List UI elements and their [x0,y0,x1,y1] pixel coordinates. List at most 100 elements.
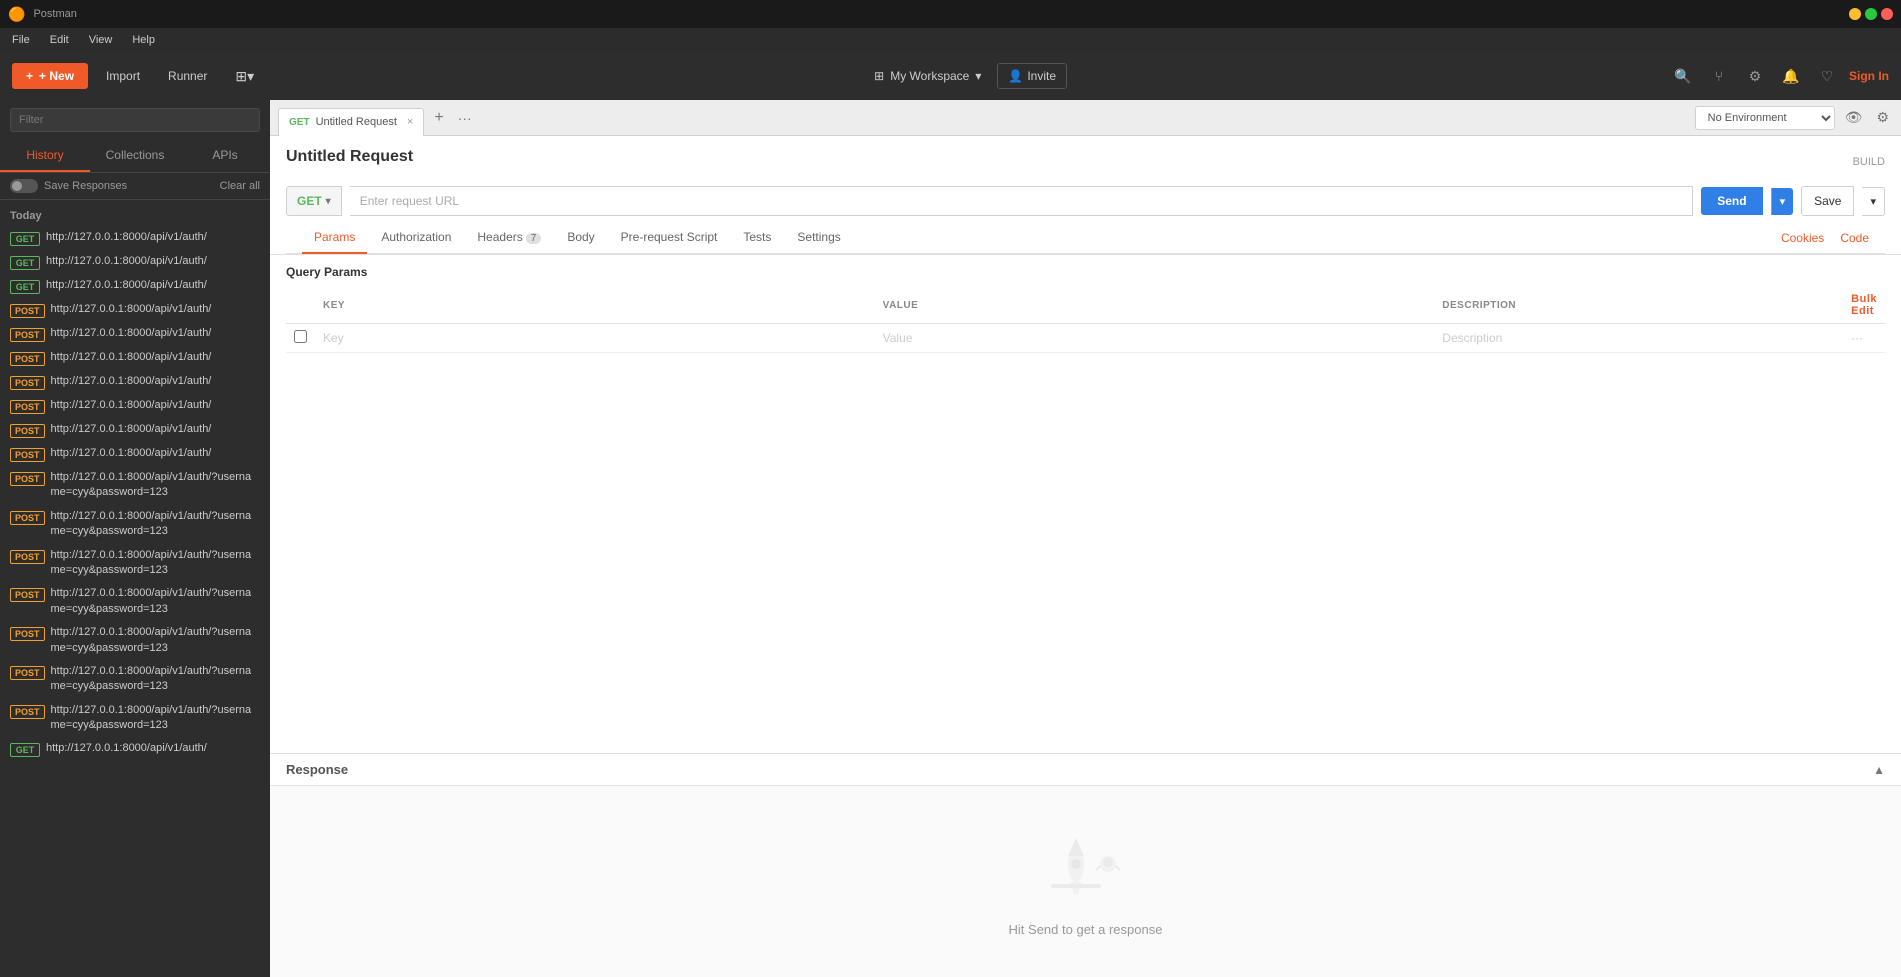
key-input[interactable] [323,331,867,345]
workspace-selector[interactable]: ⊞ My Workspace ▾ [866,65,989,87]
maximize-button[interactable] [1865,8,1877,20]
method-badge: POST [10,400,45,414]
history-url: http://127.0.0.1:8000/api/v1/auth/?usern… [51,625,260,656]
response-title: Response [286,762,348,777]
sidebar-filter-input[interactable] [10,108,260,132]
new-button[interactable]: + + New [12,63,88,89]
history-url: http://127.0.0.1:8000/api/v1/auth/ [51,422,212,437]
url-input[interactable] [350,186,1694,216]
method-badge: GET [10,280,40,294]
more-tabs-button[interactable]: ··· [454,110,476,126]
clear-all-button[interactable]: Clear all [220,180,260,192]
method-badge: POST [10,448,45,462]
list-item[interactable]: POST http://127.0.0.1:8000/api/v1/auth/?… [0,544,270,583]
response-chevron-icon[interactable]: ▲ [1873,763,1885,777]
method-badge: POST [10,424,45,438]
notifications-bell-icon-button[interactable]: 🔔 [1777,62,1805,90]
menu-help[interactable]: Help [128,32,159,48]
tab-collections[interactable]: Collections [90,140,180,172]
manage-env-icon-button[interactable]: ⚙ [1872,107,1893,128]
tab-body[interactable]: Body [555,222,606,254]
tab-close-icon[interactable]: × [407,116,413,128]
headers-count-badge: 7 [526,233,542,244]
row-checkbox-cell [286,324,315,353]
save-responses-label: Save Responses [44,180,127,192]
tab-pre-request-script[interactable]: Pre-request Script [609,222,730,254]
description-input[interactable] [1442,331,1835,345]
history-url: http://127.0.0.1:8000/api/v1/auth/ [51,374,212,389]
tab-apis[interactable]: APIs [180,140,270,172]
list-item[interactable]: POST http://127.0.0.1:8000/api/v1/auth/ [0,418,270,442]
list-item[interactable]: GET http://127.0.0.1:8000/api/v1/auth/ [0,737,270,761]
eye-icon-button[interactable]: 👁 [1841,107,1867,128]
tab-tests[interactable]: Tests [731,222,783,254]
add-tab-button[interactable]: + [428,109,449,127]
menu-view[interactable]: View [85,32,117,48]
send-dropdown-button[interactable]: ▾ [1771,188,1794,215]
list-item[interactable]: POST http://127.0.0.1:8000/api/v1/auth/ [0,298,270,322]
list-item[interactable]: POST http://127.0.0.1:8000/api/v1/auth/?… [0,660,270,699]
list-item[interactable]: POST http://127.0.0.1:8000/api/v1/auth/ [0,394,270,418]
save-button[interactable]: Save [1801,186,1854,216]
list-item[interactable]: POST http://127.0.0.1:8000/api/v1/auth/?… [0,582,270,621]
menu-file[interactable]: File [8,32,34,48]
list-item[interactable]: GET http://127.0.0.1:8000/api/v1/auth/ [0,250,270,274]
app-title: Postman [33,8,76,20]
sidebar-tabs: History Collections APIs [0,140,270,173]
history-url: http://127.0.0.1:8000/api/v1/auth/?usern… [51,664,260,695]
history-url: http://127.0.0.1:8000/api/v1/auth/ [46,230,207,245]
save-dropdown-button[interactable]: ▾ [1862,187,1885,216]
menu-edit[interactable]: Edit [46,32,73,48]
close-button[interactable] [1881,8,1893,20]
list-item[interactable]: POST http://127.0.0.1:8000/api/v1/auth/?… [0,466,270,505]
active-request-tab[interactable]: GET Untitled Request × [278,108,424,136]
fork-icon-button[interactable]: ⑂ [1705,62,1733,90]
history-url: http://127.0.0.1:8000/api/v1/auth/ [51,350,212,365]
tab-history[interactable]: History [0,140,90,172]
search-icon-button[interactable]: 🔍 [1669,62,1697,90]
title-bar: 🟠 Postman [0,0,1901,28]
col-checkbox-header [286,287,315,324]
request-sub-tabs: Params Authorization Headers7 Body Pre-r… [286,222,1885,254]
list-item[interactable]: POST http://127.0.0.1:8000/api/v1/auth/?… [0,699,270,738]
runner-button[interactable]: Runner [158,63,217,89]
sidebar-toolbar: Save Responses Clear all [0,173,270,200]
method-selector[interactable]: GET ▾ [286,186,342,216]
save-responses-toggle[interactable] [10,179,38,193]
response-pane: Response ▲ [270,753,1901,977]
list-item[interactable]: POST http://127.0.0.1:8000/api/v1/auth/?… [0,621,270,660]
list-item[interactable]: GET http://127.0.0.1:8000/api/v1/auth/ [0,226,270,250]
row-checkbox[interactable] [294,330,307,343]
settings-gear-icon-button[interactable]: ⚙ [1741,62,1769,90]
params-section: Query Params KEY VALUE DESCRIPTION Bulk … [270,255,1901,753]
list-item[interactable]: GET http://127.0.0.1:8000/api/v1/auth/ [0,274,270,298]
row-key-cell [315,324,875,353]
cookies-link[interactable]: Cookies [1781,231,1824,245]
send-button[interactable]: Send [1701,187,1762,215]
minimize-button[interactable] [1849,8,1861,20]
method-dropdown-arrow-icon: ▾ [326,196,331,207]
row-more-icon[interactable]: ··· [1851,331,1863,345]
sign-in-button[interactable]: Sign In [1849,69,1889,83]
layout-button[interactable]: ⊞▾ [225,62,264,91]
heart-icon-button[interactable]: ♡ [1813,62,1841,90]
list-item[interactable]: POST http://127.0.0.1:8000/api/v1/auth/ [0,322,270,346]
list-item[interactable]: POST http://127.0.0.1:8000/api/v1/auth/?… [0,505,270,544]
tab-params[interactable]: Params [302,222,367,254]
environment-selector[interactable]: No Environment [1695,106,1835,130]
code-link[interactable]: Code [1840,231,1869,245]
tab-authorization[interactable]: Authorization [369,222,463,254]
tab-headers[interactable]: Headers7 [465,222,553,254]
invite-button[interactable]: 👤 Invite [997,63,1067,89]
list-item[interactable]: POST http://127.0.0.1:8000/api/v1/auth/ [0,442,270,466]
list-item[interactable]: POST http://127.0.0.1:8000/api/v1/auth/ [0,346,270,370]
value-input[interactable] [883,331,1427,345]
method-badge: GET [10,743,40,757]
bulk-edit-link[interactable]: Bulk Edit [1851,293,1877,317]
query-params-table: KEY VALUE DESCRIPTION Bulk Edit [286,287,1885,353]
toolbar: + + New Import Runner ⊞▾ ⊞ My Workspace … [0,52,1901,100]
table-row: ··· [286,324,1885,353]
import-button[interactable]: Import [96,63,150,89]
list-item[interactable]: POST http://127.0.0.1:8000/api/v1/auth/ [0,370,270,394]
tab-settings[interactable]: Settings [785,222,852,254]
